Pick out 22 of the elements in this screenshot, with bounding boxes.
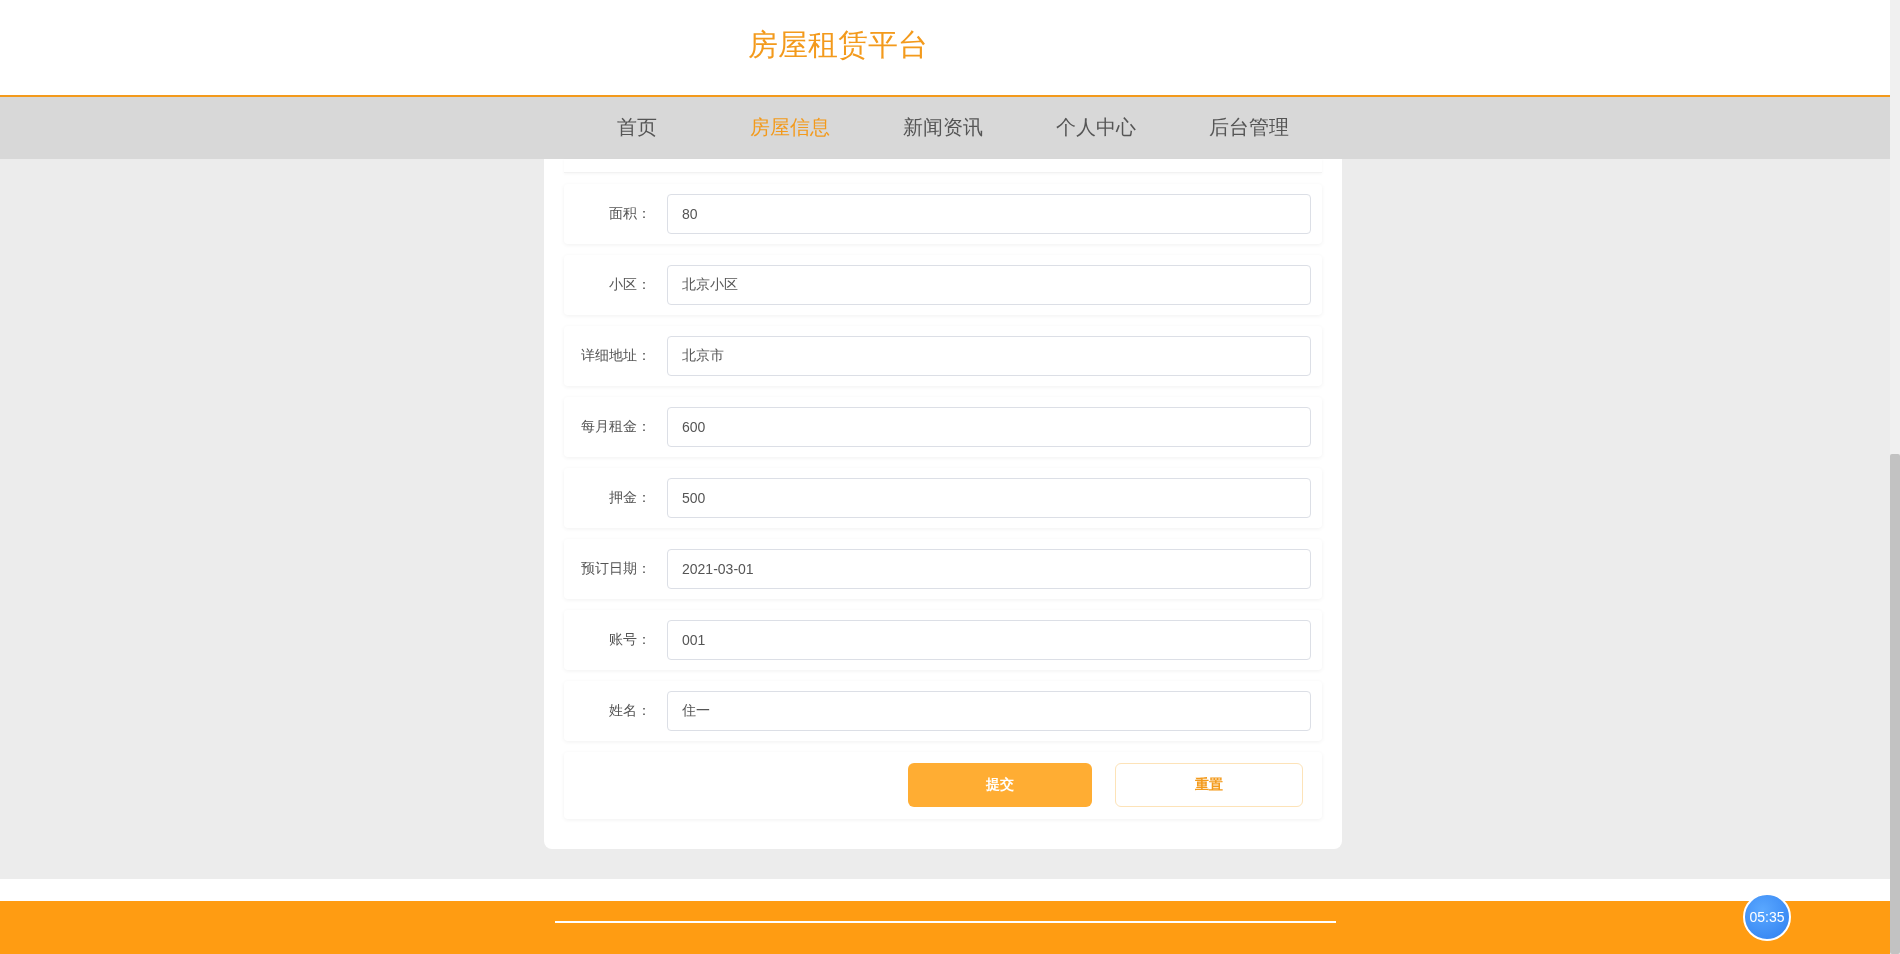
field-label: 预订日期： (580, 559, 651, 578)
scrollbar[interactable] (1890, 0, 1900, 954)
input-field[interactable]: 80 (667, 193, 1311, 234)
input-field[interactable]: 500 (667, 477, 1311, 518)
nav-item[interactable]: 首页 (560, 97, 714, 159)
field-label: 面积： (608, 204, 651, 223)
field-label: 每月租金： (580, 417, 651, 436)
input-field[interactable]: 住一 (667, 690, 1311, 731)
field-label: 账号： (608, 630, 651, 649)
input-field[interactable]: 001 (667, 619, 1311, 660)
field-label: 姓名： (608, 701, 651, 720)
input-field[interactable]: 2021-03-01 (667, 548, 1311, 589)
nav-item[interactable]: 新闻资讯 (866, 97, 1020, 159)
field-label: 详细地址： (580, 346, 651, 365)
field-label: 押金： (608, 488, 651, 507)
site-title: 房屋租赁平台 (748, 27, 928, 64)
input-field[interactable]: 北京市 (667, 335, 1311, 376)
field-label: 小区： (608, 275, 651, 294)
nav-item[interactable]: 后台管理 (1172, 97, 1326, 159)
input-field[interactable]: 北京小区 (667, 264, 1311, 305)
input-field[interactable]: 600 (667, 406, 1311, 447)
nav-item[interactable]: 个人中心 (1019, 97, 1173, 159)
